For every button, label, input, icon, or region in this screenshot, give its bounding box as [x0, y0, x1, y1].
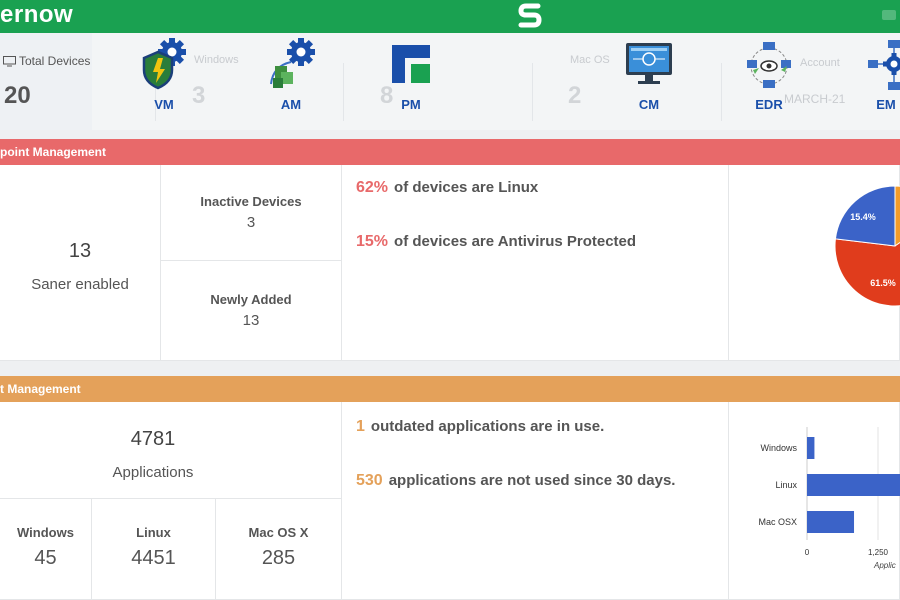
windows-apps-value: 45 — [34, 547, 57, 569]
module-label: EM — [876, 97, 896, 112]
vulnerability-shield-gear-icon — [142, 38, 186, 90]
module-label: VM — [154, 97, 174, 112]
endpoint-stats-panel: 62% of devices are Linux 15% of devices ar… — [342, 165, 729, 361]
endpoint-network-gear-icon — [868, 40, 900, 90]
stat-text: applications are not used since 30 days. — [388, 472, 676, 489]
bar[interactable] — [807, 511, 855, 533]
stat-number: 530 — [356, 472, 383, 489]
newly-added-card[interactable]: Newly Added 13 — [161, 261, 342, 361]
antivirus-share-stat: 15% of devices are Antivirus Protected — [356, 233, 636, 251]
axis-tick-label: 0 — [805, 548, 810, 557]
linux-apps-card[interactable]: Linux 4451 — [92, 499, 216, 600]
stat-text: outdated applications are in use. — [370, 418, 605, 435]
stat-percent: 15% — [356, 233, 389, 250]
monitor-icon — [3, 55, 16, 66]
divider — [721, 63, 722, 121]
compliance-monitor-icon — [626, 43, 672, 84]
saner-enabled-value: 13 — [68, 240, 92, 262]
saner-enabled-card[interactable]: 13 Saner enabled — [0, 165, 161, 361]
module-label: AM — [280, 97, 302, 112]
newly-added-value: 13 — [242, 312, 260, 329]
apps-by-os-bar-panel: Windows Linux Mac OSX 0 1,250 Applic — [729, 402, 900, 600]
divider — [532, 63, 533, 121]
total-devices-card[interactable]: Total Devices 20 — [0, 33, 92, 130]
stat-percent: 62% — [356, 179, 389, 196]
bar[interactable] — [807, 437, 815, 459]
bar[interactable] — [807, 474, 900, 496]
bar-category-label: Windows — [760, 443, 797, 453]
inactive-devices-card[interactable]: Inactive Devices 3 — [161, 165, 342, 261]
os-distribution-pie-panel: 15.4% 61.5% — [729, 165, 900, 361]
logo-s-icon — [518, 3, 542, 28]
asset-stats-panel: 1 outdated applications are in use. 530 ap… — [342, 402, 729, 600]
axis-tick-label: 1,250 — [868, 548, 889, 557]
summary-strip: Total Devices 20 Windows 3 8 Mac OS 2 Ac… — [0, 33, 900, 130]
axis-caption: Applic — [873, 561, 896, 570]
mac-apps-title: Mac OS X — [248, 525, 309, 540]
bar-category-label: Mac OSX — [758, 517, 797, 527]
brand-name: ernow — [0, 1, 74, 28]
total-devices-value: 20 — [4, 82, 31, 109]
outdated-apps-stat: 1 outdated applications are in use. — [356, 418, 604, 436]
stat-text: of devices are Linux — [394, 179, 539, 196]
inactive-devices-title: Inactive Devices — [200, 194, 302, 209]
applications-card[interactable]: 4781 Applications — [0, 402, 342, 499]
module-em[interactable]: EM — [851, 33, 900, 130]
unused-apps-stat: 530 applications are not used since 30 da… — [356, 472, 675, 490]
module-label: CM — [638, 97, 660, 112]
faded-mac-value: 2 — [568, 82, 582, 109]
mac-apps-card[interactable]: Mac OS X 285 — [216, 499, 342, 600]
stat-text: of devices are Antivirus Protected — [394, 233, 637, 250]
os-distribution-pie-chart: 15.4% 61.5% — [834, 185, 900, 307]
asset-cubes-gear-icon — [270, 38, 315, 88]
module-am[interactable]: AM — [256, 33, 326, 130]
linux-apps-value: 4451 — [131, 547, 176, 569]
stat-number: 1 — [356, 418, 365, 435]
pie-data-label: 15.4% — [850, 212, 876, 222]
asset-management-header: t Management — [0, 376, 900, 402]
pie-slice[interactable] — [894, 185, 900, 247]
faded-windows-label: Windows — [194, 54, 239, 66]
newly-added-title: Newly Added — [210, 292, 292, 307]
apps-by-os-bar-chart: Windows Linux Mac OSX 0 1,250 Applic — [758, 427, 900, 570]
user-menu[interactable] — [882, 10, 896, 20]
faded-account-label: Account — [800, 57, 840, 69]
bar-category-label: Linux — [775, 480, 797, 490]
mac-apps-value: 285 — [261, 547, 296, 569]
windows-apps-title: Windows — [17, 525, 74, 540]
module-pm[interactable]: PM — [376, 33, 446, 130]
module-label: EDR — [755, 97, 783, 112]
linux-apps-title: Linux — [136, 525, 171, 540]
applications-label: Applications — [112, 464, 194, 481]
module-vm[interactable]: VM — [129, 33, 199, 130]
patch-blocks-icon — [392, 45, 430, 83]
pie-data-label: 61.5% — [870, 278, 896, 288]
faded-mac-label: Mac OS — [570, 54, 610, 66]
module-cm[interactable]: CM — [614, 33, 684, 130]
top-navigation-bar: ernow — [0, 0, 900, 39]
applications-value: 4781 — [130, 428, 176, 450]
total-devices-label: Total Devices — [19, 54, 91, 68]
module-label: PM — [401, 97, 421, 112]
divider — [343, 63, 344, 121]
endpoint-management-header: point Management — [0, 139, 900, 165]
saner-enabled-label: Saner enabled — [31, 276, 129, 293]
edr-network-eye-icon — [747, 42, 791, 88]
windows-apps-card[interactable]: Windows 45 — [0, 499, 92, 600]
inactive-devices-value: 3 — [246, 214, 256, 231]
module-edr[interactable]: EDR — [734, 33, 804, 130]
linux-share-stat: 62% of devices are Linux — [356, 179, 538, 197]
